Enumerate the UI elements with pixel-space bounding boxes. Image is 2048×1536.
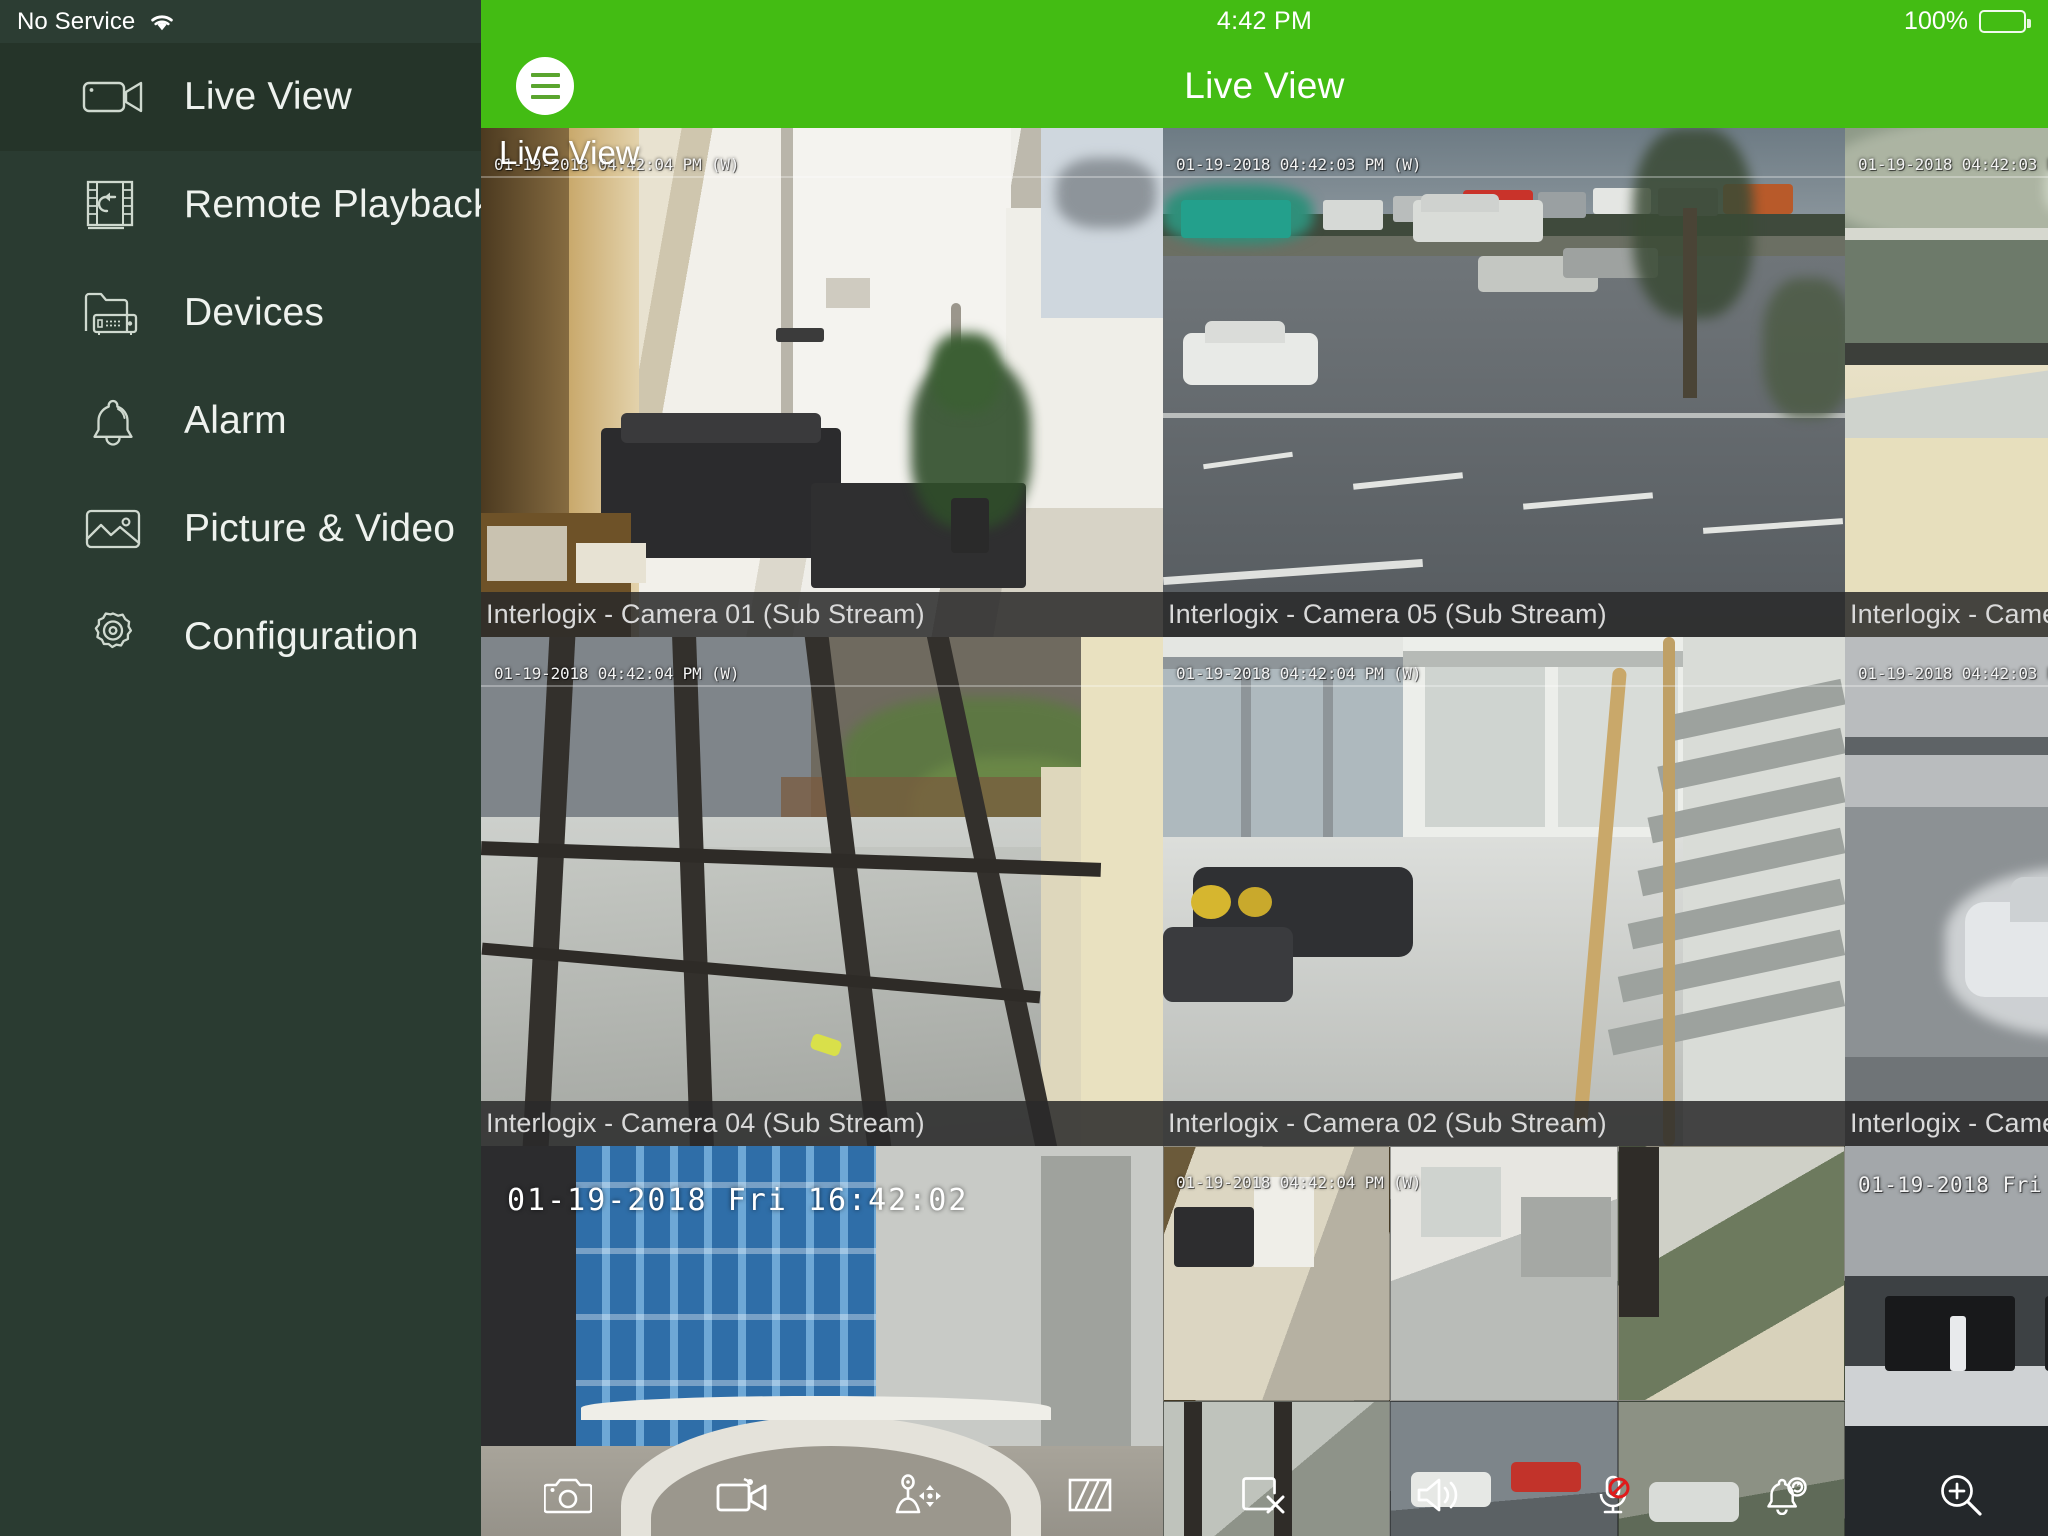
sidebar-item-live-view[interactable]: Live View [0,43,481,151]
video-tile[interactable]: 01-19-2018 04:42:04 PM (W) Interlogix - … [481,637,1163,1146]
sidebar-item-devices[interactable]: Devices [0,259,481,367]
playback-toolbar [481,1454,2048,1536]
sidebar-item-configuration[interactable]: Configuration [0,583,481,691]
sidebar-item-remote-playback[interactable]: Remote Playback [0,151,492,259]
sidebar-item-label: Live View [184,75,353,118]
record-button[interactable] [655,1454,829,1536]
close-all-button[interactable] [1177,1454,1351,1536]
tile-label-bar: Interlogix - Camera 05 (Sub Stream) [1163,592,1845,637]
camera-name-label: Interlogix - Camer [1850,599,2048,629]
tile-divider [1845,685,2048,687]
snapshot-button[interactable] [481,1454,655,1536]
tile-label-bar: Interlogix - Camera 02 (Sub Stream) [1163,1101,1845,1146]
video-tile[interactable]: 01-19-2018 04:42:04 PM (W) Interlogix - … [1163,637,1845,1146]
tile-divider [1163,685,1845,687]
tile-timestamp: 01-19-2018 04:42:04 PM (W) [1176,664,1422,683]
app-root: No Service Live View Remote Playback Dev… [0,0,2048,1536]
sidebar-item-alarm[interactable]: Alarm [0,367,481,475]
sidebar-item-label: Configuration [184,615,419,658]
tile-timestamp: 01-19-2018 04:42:03 PM (W) [1176,155,1422,174]
sidebar-item-label: Devices [184,291,325,334]
camera-name-label: Interlogix - Camera 01 (Sub Stream) [486,599,925,629]
camera-feed [1845,128,2048,637]
photo-icon [82,501,144,557]
tile-divider [481,176,1163,178]
sub-view [1617,1146,1845,1401]
battery-indicator: 100% [1904,0,2031,43]
page-title: Live View [1184,64,1345,106]
sidebar-item-picture-video[interactable]: Picture & Video [0,475,481,583]
bell-alarm-icon [1764,1475,1810,1515]
folder-device-icon [82,285,144,341]
camera-feed [481,128,1163,637]
sidebar-item-label: Remote Playback [184,183,493,226]
tile-timestamp: 01-19-2018 Fri 16:39:44 [1858,1173,2048,1197]
tile-timestamp: 01-19-2018 Fri 16:42:02 [507,1183,969,1218]
stream-quality-icon [1068,1477,1112,1513]
alarm-output-button[interactable] [1700,1454,1874,1536]
camera-feed [1163,637,1845,1146]
close-window-icon [1242,1476,1286,1514]
battery-percent-label: 100% [1904,7,1968,35]
sub-view [1390,1146,1618,1401]
tile-label-bar: Interlogix - Camer [1845,1101,2048,1146]
tile-timestamp: 01-19-2018 04:42:03 PM (W) [1858,664,2048,683]
nav-bar: Live View [481,43,2048,128]
camera-name-label: Interlogix - Camera 04 (Sub Stream) [486,1108,925,1138]
sidebar-item-label: Alarm [184,399,287,442]
quality-button[interactable] [1003,1454,1177,1536]
camera-name-label: Interlogix - Camera 02 (Sub Stream) [1168,1108,1607,1138]
ptz-button[interactable] [829,1454,1003,1536]
microphone-muted-icon [1593,1475,1633,1515]
tile-divider [1163,176,1845,178]
sidebar-item-label: Picture & Video [184,507,456,550]
video-tile[interactable]: 01-19-2018 04:42:03 PM (W) Interlogix - … [1845,637,2048,1146]
zoom-in-icon [1939,1473,1983,1517]
status-time: 4:42 PM [1216,7,1313,35]
ptz-joystick-icon [889,1474,943,1516]
video-tile[interactable]: 01-19-2018 04:42:03 PM (W) Interlogix - … [1845,128,2048,637]
live-view-overlay-label: Live View [499,134,640,171]
bell-icon [82,393,144,449]
tile-label-bar: Interlogix - Camera 04 (Sub Stream) [481,1101,1163,1146]
battery-full-icon [1979,10,2031,33]
camera-feed [481,637,1163,1146]
tile-divider [481,685,1163,687]
speaker-icon [1416,1476,1462,1514]
video-camera-icon [82,69,144,125]
sidebar-status-bar: No Service [0,0,481,43]
hamburger-menu-icon[interactable] [516,56,574,115]
tile-divider [1845,176,2048,178]
tile-label-bar: Interlogix - Camera 01 (Sub Stream) [481,592,1163,637]
tile-timestamp: 01-19-2018 04:42:04 PM (W) [494,664,740,683]
camera-icon [544,1475,593,1515]
video-tile[interactable]: 01-19-2018 04:42:03 PM (W) Interlogix - … [1163,128,1845,637]
video-tile[interactable]: Live View 01-19-2018 04:42:04 PM (W) Int… [481,128,1163,637]
camera-feed [1845,637,2048,1146]
tile-timestamp: 01-19-2018 04:42:04 PM (W) [1176,1173,1422,1192]
sidebar: No Service Live View Remote Playback Dev… [0,0,492,1536]
camera-name-label: Interlogix - Camer [1850,1108,2048,1138]
audio-button[interactable] [1352,1454,1526,1536]
carrier-label: No Service [17,7,136,35]
video-record-icon [716,1475,768,1515]
sidebar-nav: Live View Remote Playback Devices Alarm … [0,43,492,691]
tile-label-bar: Interlogix - Camer [1845,592,2048,637]
tile-timestamp: 01-19-2018 04:42:03 PM (W) [1858,155,2048,174]
wifi-icon [147,11,177,33]
two-way-audio-button[interactable] [1526,1454,1700,1536]
camera-name-label: Interlogix - Camera 05 (Sub Stream) [1168,599,1607,629]
main-panel: 4:42 PM 100% Live View Live View 01-19-2… [481,0,2048,1536]
gear-icon [82,609,144,665]
camera-feed [1163,128,1845,637]
digital-zoom-button[interactable] [1874,1454,2048,1536]
video-grid: Live View 01-19-2018 04:42:04 PM (W) Int… [481,128,2048,1536]
film-rewind-icon [82,177,144,233]
ios-status-bar: 4:42 PM 100% [481,0,2048,43]
